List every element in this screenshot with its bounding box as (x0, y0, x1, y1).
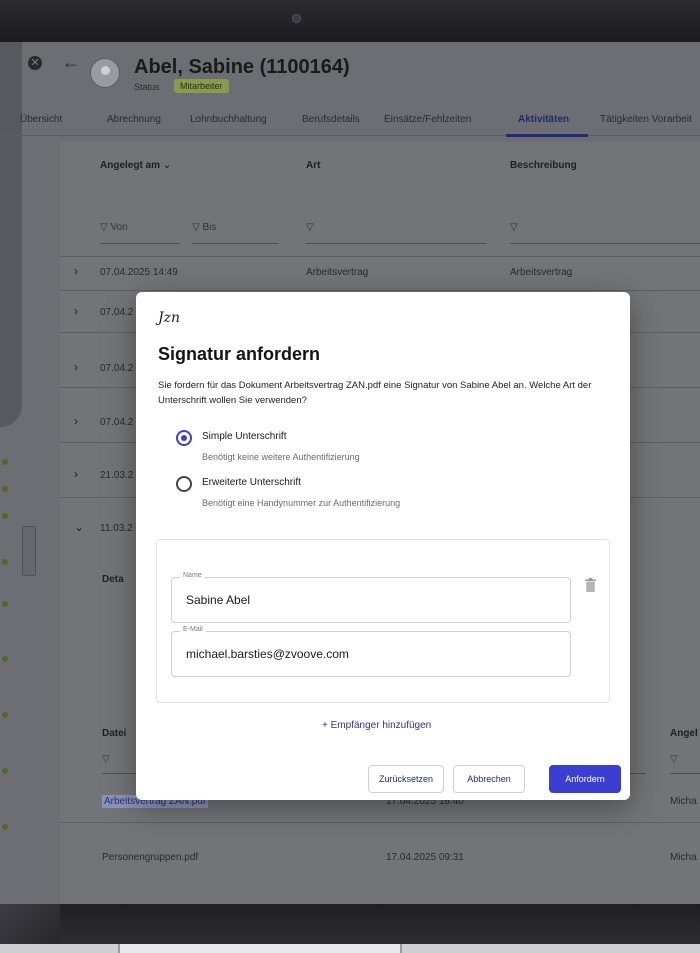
row-divider (60, 256, 700, 257)
status-dot-icon (2, 824, 8, 830)
filter-art-input[interactable]: ▽ (306, 222, 486, 244)
active-tab-indicator (506, 134, 588, 137)
device-bottom-bezel (0, 904, 700, 944)
status-dot-icon (2, 601, 8, 607)
status-dot-icon (2, 486, 8, 492)
avatar (90, 58, 120, 88)
chevron-right-icon[interactable]: › (74, 414, 78, 428)
name-field-value[interactable]: Sabine Abel (186, 593, 250, 607)
filter-from-input[interactable]: ▽ Von (100, 222, 180, 244)
app-screen: ✕ ← Abel, Sabine (1100164) Status Mitarb… (0, 42, 700, 904)
status-dot-icon (2, 513, 8, 519)
status-badge: Mitarbeiter (174, 79, 229, 93)
column-header-art[interactable]: Art (306, 160, 320, 171)
tab-bar: Übersicht Abrechnung Lohnbuchhaltung Ber… (0, 106, 700, 137)
tab-abrechnung[interactable]: Abrechnung (107, 114, 161, 125)
detail-tab-label[interactable]: Deta (102, 574, 124, 585)
chevron-right-icon[interactable]: › (74, 304, 78, 318)
stand-slot (118, 944, 402, 953)
trash-icon[interactable] (585, 578, 596, 592)
column-header-angelegt-von[interactable]: Angel (670, 728, 698, 739)
panel-resize-handle[interactable] (22, 526, 36, 576)
table-row-date: 11.03.2 (100, 523, 133, 534)
name-field[interactable]: Name Sabine Abel (171, 572, 571, 623)
status-dot-icon (2, 656, 8, 662)
tab-einsaetze-fehlzeiten[interactable]: Einsätze/Fehlzeiten (384, 114, 471, 125)
tab-uebersicht[interactable]: Übersicht (20, 114, 62, 125)
status-dot-icon (2, 459, 8, 465)
close-icon[interactable]: ✕ (28, 56, 42, 70)
chevron-right-icon[interactable]: › (74, 264, 78, 278)
row-divider (60, 290, 700, 291)
dialog-title: Signatur anfordern (158, 344, 321, 364)
page-title: Abel, Sabine (1100164) (134, 56, 350, 78)
column-header-datei[interactable]: Datei (102, 728, 126, 739)
table-row-date: 07.04.2 (100, 307, 134, 318)
table-row-date: 21.03.2 (100, 470, 134, 481)
email-field-label: E-Mail (180, 626, 206, 633)
filter-icon: ▽ (100, 222, 111, 233)
tab-berufsdetails[interactable]: Berufsdetails (302, 114, 360, 125)
recipient-card: Name Sabine Abel E-Mail michael.barsties… (156, 539, 610, 703)
column-header-angelegt[interactable]: Angelegt am ⌄ (100, 160, 171, 171)
cancel-button[interactable]: Abbrechen (453, 765, 525, 793)
tab-taetigkeiten-vorarbeit[interactable]: Tätigkeiten Vorarbeit (600, 114, 692, 125)
filter-to-input[interactable]: ▽ Bis (192, 222, 278, 244)
radio-unselected-icon[interactable] (176, 476, 192, 492)
status-dot-icon (2, 712, 8, 718)
option-hint: Benötigt eine Handynummer zur Authentifi… (202, 498, 401, 508)
dialog-description: Sie fordern für das Dokument Arbeitsvert… (158, 380, 592, 406)
option-hint: Benötigt keine weitere Authentifizierung (202, 452, 360, 462)
desk-surface (0, 944, 700, 953)
chevron-right-icon[interactable]: › (74, 467, 78, 481)
bezel-highlight (0, 904, 60, 944)
option-label[interactable]: Simple Unterschrift (202, 431, 286, 442)
table-row-beschreibung: Arbeitsvertrag (510, 267, 573, 278)
record-header: ✕ ← Abel, Sabine (1100164) Status Mitarb… (0, 42, 700, 102)
reset-button[interactable]: Zurücksetzen (368, 765, 444, 793)
table-row-date: 07.04.2 (100, 417, 134, 428)
table-row-date: 07.04.2 (100, 363, 134, 374)
filter-beschreibung-input[interactable]: ▽ (510, 222, 700, 244)
filter-angelegt-input[interactable]: ▽ (670, 754, 700, 774)
back-arrow-icon[interactable]: ← (62, 52, 80, 73)
table-row-date: 17.04.2025 09:31 (386, 852, 464, 863)
status-dot-icon (2, 559, 8, 565)
tab-aktivitaeten[interactable]: Aktivitäten (518, 114, 569, 125)
status-label: Status (134, 82, 160, 92)
chevron-right-icon[interactable]: › (74, 360, 78, 374)
device-top-bezel (0, 0, 700, 42)
email-field-value[interactable]: michael.barsties@zvoove.com (186, 647, 349, 661)
option-label[interactable]: Erweiterte Unterschrift (202, 477, 301, 488)
tab-lohnbuchhaltung[interactable]: Lohnbuchhaltung (190, 114, 267, 125)
filter-icon: ▽ (192, 222, 203, 233)
name-field-label: Name (180, 572, 205, 579)
table-row-author: Micha (670, 852, 697, 863)
table-row-date: 07.04.2025 14:49 (100, 267, 178, 278)
submit-request-button[interactable]: Anfordern (549, 765, 621, 793)
table-row-art: Arbeitsvertrag (306, 267, 369, 278)
table-row-author: Micha (670, 796, 697, 807)
camera-icon (292, 14, 301, 23)
add-recipient-link[interactable]: + Empfänger hinzufügen (322, 720, 431, 731)
radio-selected-icon[interactable] (176, 430, 192, 446)
chevron-down-icon[interactable]: ⌄ (74, 520, 84, 534)
signature-request-dialog: Jzn Signatur anfordern Sie fordern für d… (136, 292, 630, 800)
row-divider (60, 822, 700, 823)
email-field[interactable]: E-Mail michael.barsties@zvoove.com (171, 626, 571, 677)
column-header-beschreibung[interactable]: Beschreibung (510, 160, 577, 171)
table-row-file[interactable]: Personengruppen.pdf (102, 852, 198, 863)
status-dot-icon (2, 768, 8, 774)
signature-logo: Jzn (158, 310, 181, 326)
